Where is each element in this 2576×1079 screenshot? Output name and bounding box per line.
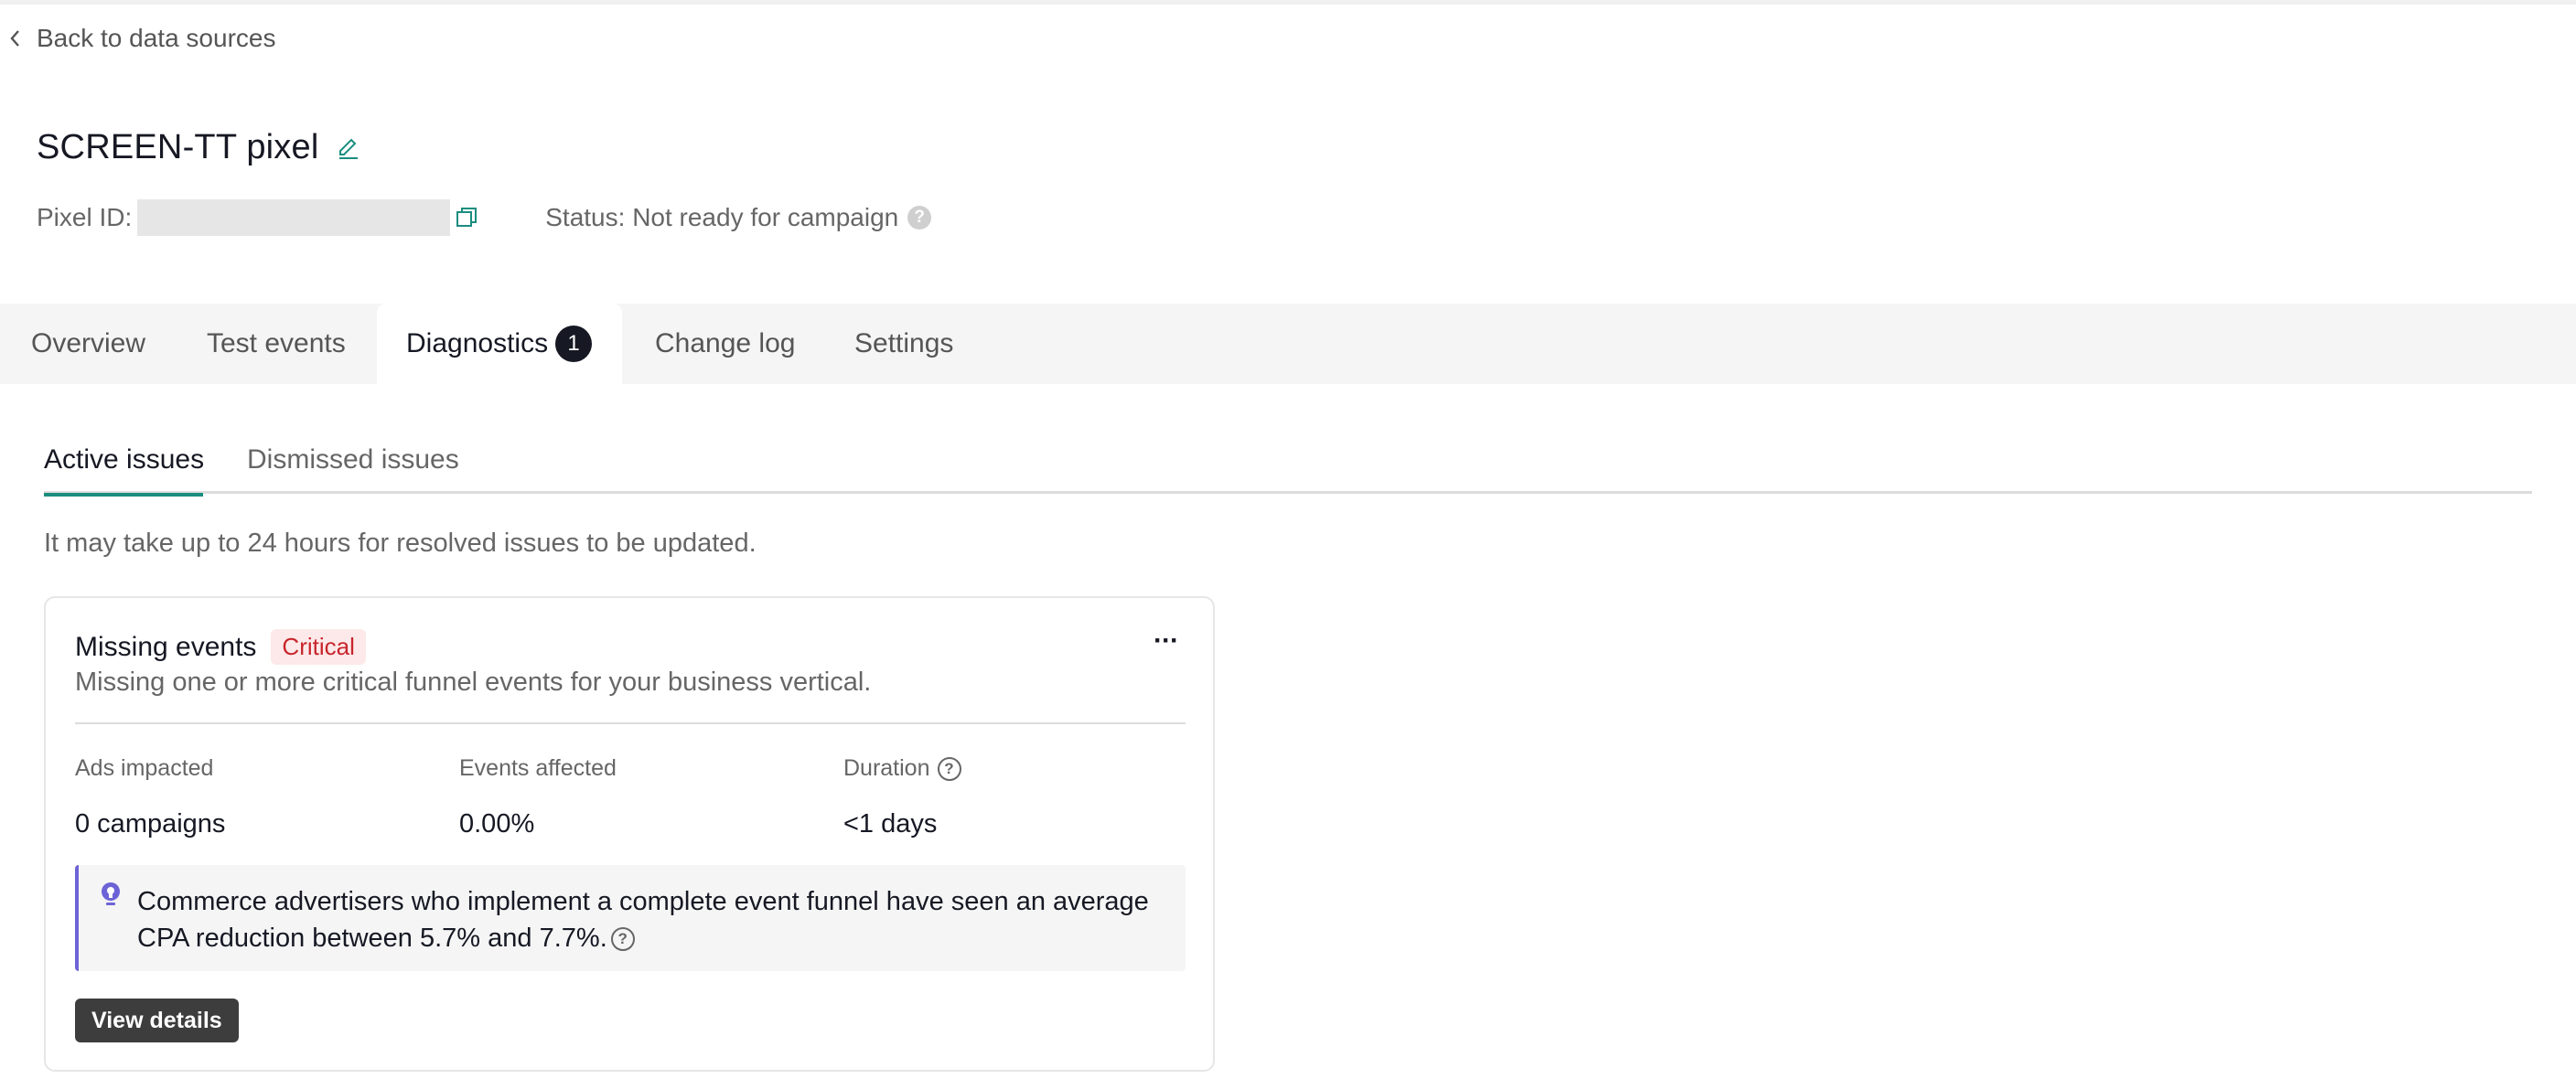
metric-duration: Duration ? <1 days bbox=[843, 755, 961, 839]
notification-badge: 1 bbox=[555, 326, 593, 362]
tip-text: Commerce advertisers who implement a com… bbox=[137, 883, 1180, 956]
tab-change-log[interactable]: Change log bbox=[655, 304, 795, 384]
metric-label-row: Duration ? bbox=[843, 755, 961, 782]
pixel-id-label: Pixel ID: bbox=[37, 203, 133, 231]
metric-label: Events affected bbox=[459, 755, 617, 781]
more-options-button[interactable]: ··· bbox=[1154, 625, 1179, 657]
tab-label: Diagnostics bbox=[406, 328, 549, 358]
update-delay-note: It may take up to 24 hours for resolved … bbox=[44, 529, 757, 558]
status-text: Status: Not ready for campaign bbox=[545, 203, 899, 231]
metric-events-affected: Events affected 0.00% bbox=[459, 755, 617, 839]
subtab-label: Active issues bbox=[44, 444, 205, 475]
view-details-button[interactable]: View details bbox=[75, 999, 239, 1042]
metric-label: Ads impacted bbox=[75, 755, 214, 781]
back-link[interactable]: Back to data sources bbox=[7, 24, 275, 53]
pencil-icon[interactable] bbox=[335, 134, 362, 162]
issue-title: Missing events bbox=[75, 631, 257, 662]
lightbulb-icon bbox=[102, 882, 120, 905]
metric-ads-impacted: Ads impacted 0 campaigns bbox=[75, 755, 225, 839]
metric-value: <1 days bbox=[843, 809, 938, 839]
metric-value: 0 campaigns bbox=[75, 809, 226, 839]
chevron-left-icon bbox=[10, 30, 19, 47]
issues-subtab-bar: Active issues Dismissed issues bbox=[44, 430, 2532, 497]
tab-label: Change log bbox=[655, 328, 796, 358]
tab-label: Overview bbox=[31, 328, 146, 358]
tab-overview[interactable]: Overview bbox=[31, 304, 145, 384]
issue-header: Missing events Critical bbox=[75, 629, 366, 665]
active-subtab-indicator bbox=[44, 493, 203, 497]
tab-diagnostics[interactable]: Diagnostics 1 bbox=[377, 304, 622, 384]
page-title: SCREEN-TT pixel bbox=[37, 128, 319, 166]
question-icon[interactable]: ? bbox=[907, 206, 932, 230]
subtab-active-issues[interactable]: Active issues bbox=[44, 444, 205, 497]
severity-badge: Critical bbox=[271, 629, 366, 665]
card-divider bbox=[75, 722, 1186, 724]
copy-icon[interactable] bbox=[454, 205, 479, 230]
tab-test-events[interactable]: Test events bbox=[207, 304, 346, 384]
status-group: Status: Not ready for campaign ? bbox=[545, 203, 932, 232]
metric-value: 0.00% bbox=[459, 809, 535, 839]
metric-label: Duration bbox=[843, 755, 930, 781]
tip-message: Commerce advertisers who implement a com… bbox=[137, 887, 1149, 953]
issue-description: Missing one or more critical funnel even… bbox=[75, 668, 872, 697]
tab-label: Test events bbox=[207, 328, 346, 358]
page: Back to data sources SCREEN-TT pixel Pix… bbox=[0, 0, 2576, 1079]
issue-card: Missing events Critical ··· Missing one … bbox=[44, 596, 1215, 1072]
top-divider bbox=[0, 0, 2576, 5]
pixel-id-value-redacted bbox=[137, 199, 451, 236]
subtab-label: Dismissed issues bbox=[247, 444, 459, 475]
question-icon[interactable]: ? bbox=[937, 756, 961, 781]
pixel-meta: Pixel ID: Status: Not ready for campaign… bbox=[37, 199, 932, 236]
main-tab-bar: Overview Test events Diagnostics 1 Chang… bbox=[0, 304, 2576, 384]
tab-label: Settings bbox=[854, 328, 954, 358]
question-icon[interactable]: ? bbox=[610, 927, 635, 952]
back-link-label: Back to data sources bbox=[37, 24, 276, 52]
tab-settings[interactable]: Settings bbox=[854, 304, 953, 384]
title-row: SCREEN-TT pixel bbox=[37, 128, 362, 167]
subtab-dismissed-issues[interactable]: Dismissed issues bbox=[247, 444, 459, 494]
tip-callout: Commerce advertisers who implement a com… bbox=[75, 865, 1186, 971]
